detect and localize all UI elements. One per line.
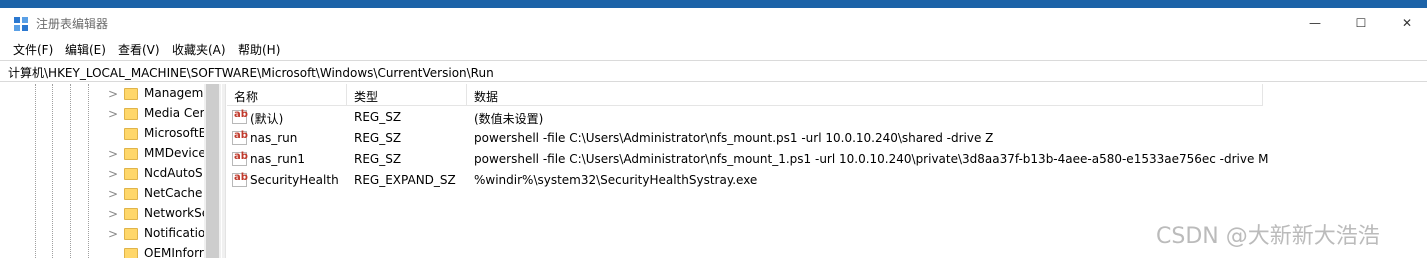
folder-icon — [124, 108, 138, 120]
tree-item-label[interactable]: NetworkSe — [144, 206, 208, 220]
tree-item[interactable]: MicrosoftE — [104, 124, 208, 144]
value-type: REG_EXPAND_SZ — [354, 173, 456, 187]
menu-favorites[interactable]: 收藏夹(A) — [172, 41, 226, 58]
menu-view[interactable]: 查看(V) — [118, 41, 160, 58]
chevron-right-icon[interactable]: > — [108, 187, 118, 201]
address-bar[interactable]: 计算机\HKEY_LOCAL_MACHINE\SOFTWARE\Microsof… — [0, 60, 1427, 82]
table-row[interactable]: ab (默认) REG_SZ (数值未设置) — [227, 107, 1427, 128]
folder-icon — [124, 228, 138, 240]
column-header-data[interactable]: 数据 — [467, 84, 1263, 106]
folder-icon — [124, 248, 138, 258]
value-type: REG_SZ — [354, 110, 402, 124]
menu-file[interactable]: 文件(F) — [13, 41, 53, 58]
tree-item-label[interactable]: Notification — [144, 226, 208, 240]
column-header-type[interactable]: 类型 — [347, 84, 467, 106]
folder-icon — [124, 208, 138, 220]
string-value-icon: ab — [232, 109, 248, 124]
folder-icon — [124, 88, 138, 100]
chevron-right-icon[interactable]: > — [108, 207, 118, 221]
column-header-label: 类型 — [354, 90, 379, 104]
tree-item[interactable]: > NetworkSe — [104, 204, 208, 224]
tree-item-label[interactable]: MicrosoftE — [144, 126, 208, 140]
value-type: REG_SZ — [354, 131, 402, 145]
address-path[interactable]: 计算机\HKEY_LOCAL_MACHINE\SOFTWARE\Microsof… — [8, 64, 494, 81]
chevron-right-icon[interactable]: > — [108, 87, 118, 101]
tree-expander — [108, 127, 118, 141]
folder-icon — [124, 168, 138, 180]
value-type: REG_SZ — [354, 152, 402, 166]
string-value-icon: ab — [232, 172, 248, 187]
close-button[interactable]: ✕ — [1384, 8, 1427, 38]
menu-help[interactable]: 帮助(H) — [238, 41, 280, 58]
chevron-right-icon[interactable]: > — [108, 107, 118, 121]
tree-item[interactable]: OEMInforr — [104, 244, 208, 258]
tree-item[interactable]: > NcdAutoS — [104, 164, 208, 184]
tree-item-label[interactable]: MMDevice — [144, 146, 208, 160]
chevron-right-icon[interactable]: > — [108, 227, 118, 241]
title-accent-strip — [0, 0, 1427, 8]
tree-item-label[interactable]: NetCache — [144, 186, 208, 200]
folder-icon — [124, 188, 138, 200]
minimize-button[interactable]: — — [1292, 8, 1338, 38]
value-name: (默认) — [250, 112, 284, 126]
tree-item[interactable]: > Notification — [104, 224, 208, 244]
tree-item-label[interactable]: Managem — [144, 86, 208, 100]
chevron-right-icon[interactable]: > — [108, 147, 118, 161]
menu-bar: 文件(F) 编辑(E) 查看(V) 收藏夹(A) 帮助(H) — [0, 39, 1427, 59]
value-name: nas_run — [250, 131, 298, 145]
tree-guide-line — [88, 84, 89, 258]
tree-guide-line — [52, 84, 53, 258]
registry-tree[interactable]: > Managem > Media Cer MicrosoftE > MMDev… — [0, 84, 222, 258]
string-value-icon: ab — [232, 130, 248, 145]
menu-edit[interactable]: 编辑(E) — [65, 41, 106, 58]
column-header-name[interactable]: 名称 — [227, 84, 347, 106]
table-row[interactable]: ab nas_run1 REG_SZ powershell -file C:\U… — [227, 149, 1427, 170]
column-header-label: 数据 — [474, 90, 499, 104]
value-name: SecurityHealth — [250, 173, 339, 187]
registry-editor-icon — [14, 17, 28, 31]
table-row[interactable]: ab nas_run REG_SZ powershell -file C:\Us… — [227, 128, 1427, 149]
tree-item[interactable]: > Managem — [104, 84, 208, 104]
tree-item[interactable]: > Media Cer — [104, 104, 208, 124]
table-row[interactable]: ab SecurityHealth REG_EXPAND_SZ %windir%… — [227, 170, 1427, 191]
value-data: powershell -file C:\Users\Administrator\… — [474, 152, 1269, 166]
tree-expander — [108, 247, 118, 258]
maximize-button[interactable]: ☐ — [1338, 8, 1384, 38]
chevron-right-icon[interactable]: > — [108, 167, 118, 181]
folder-icon — [124, 148, 138, 160]
window-title: 注册表编辑器 — [36, 17, 109, 31]
tree-scrollbar[interactable] — [204, 84, 221, 258]
tree-item-label[interactable]: NcdAutoS — [144, 166, 208, 180]
value-data: (数值未设置) — [474, 112, 544, 126]
folder-icon — [124, 128, 138, 140]
title-bar[interactable]: 注册表编辑器 — ☐ ✕ — [0, 8, 1427, 38]
tree-guide-line — [70, 84, 71, 258]
watermark: CSDN @大新新大浩浩 — [1156, 224, 1380, 249]
value-data: %windir%\system32\SecurityHealthSystray.… — [474, 173, 758, 187]
column-header-label: 名称 — [234, 90, 259, 104]
tree-item[interactable]: > NetCache — [104, 184, 208, 204]
pane-splitter[interactable] — [222, 84, 226, 258]
tree-item-label[interactable]: OEMInforr — [144, 246, 208, 258]
value-data: powershell -file C:\Users\Administrator\… — [474, 131, 994, 145]
value-name: nas_run1 — [250, 152, 305, 166]
tree-item-label[interactable]: Media Cer — [144, 106, 208, 120]
scrollbar-thumb[interactable] — [206, 84, 219, 258]
string-value-icon: ab — [232, 151, 248, 166]
tree-guide-line — [35, 84, 36, 258]
tree-item[interactable]: > MMDevice — [104, 144, 208, 164]
